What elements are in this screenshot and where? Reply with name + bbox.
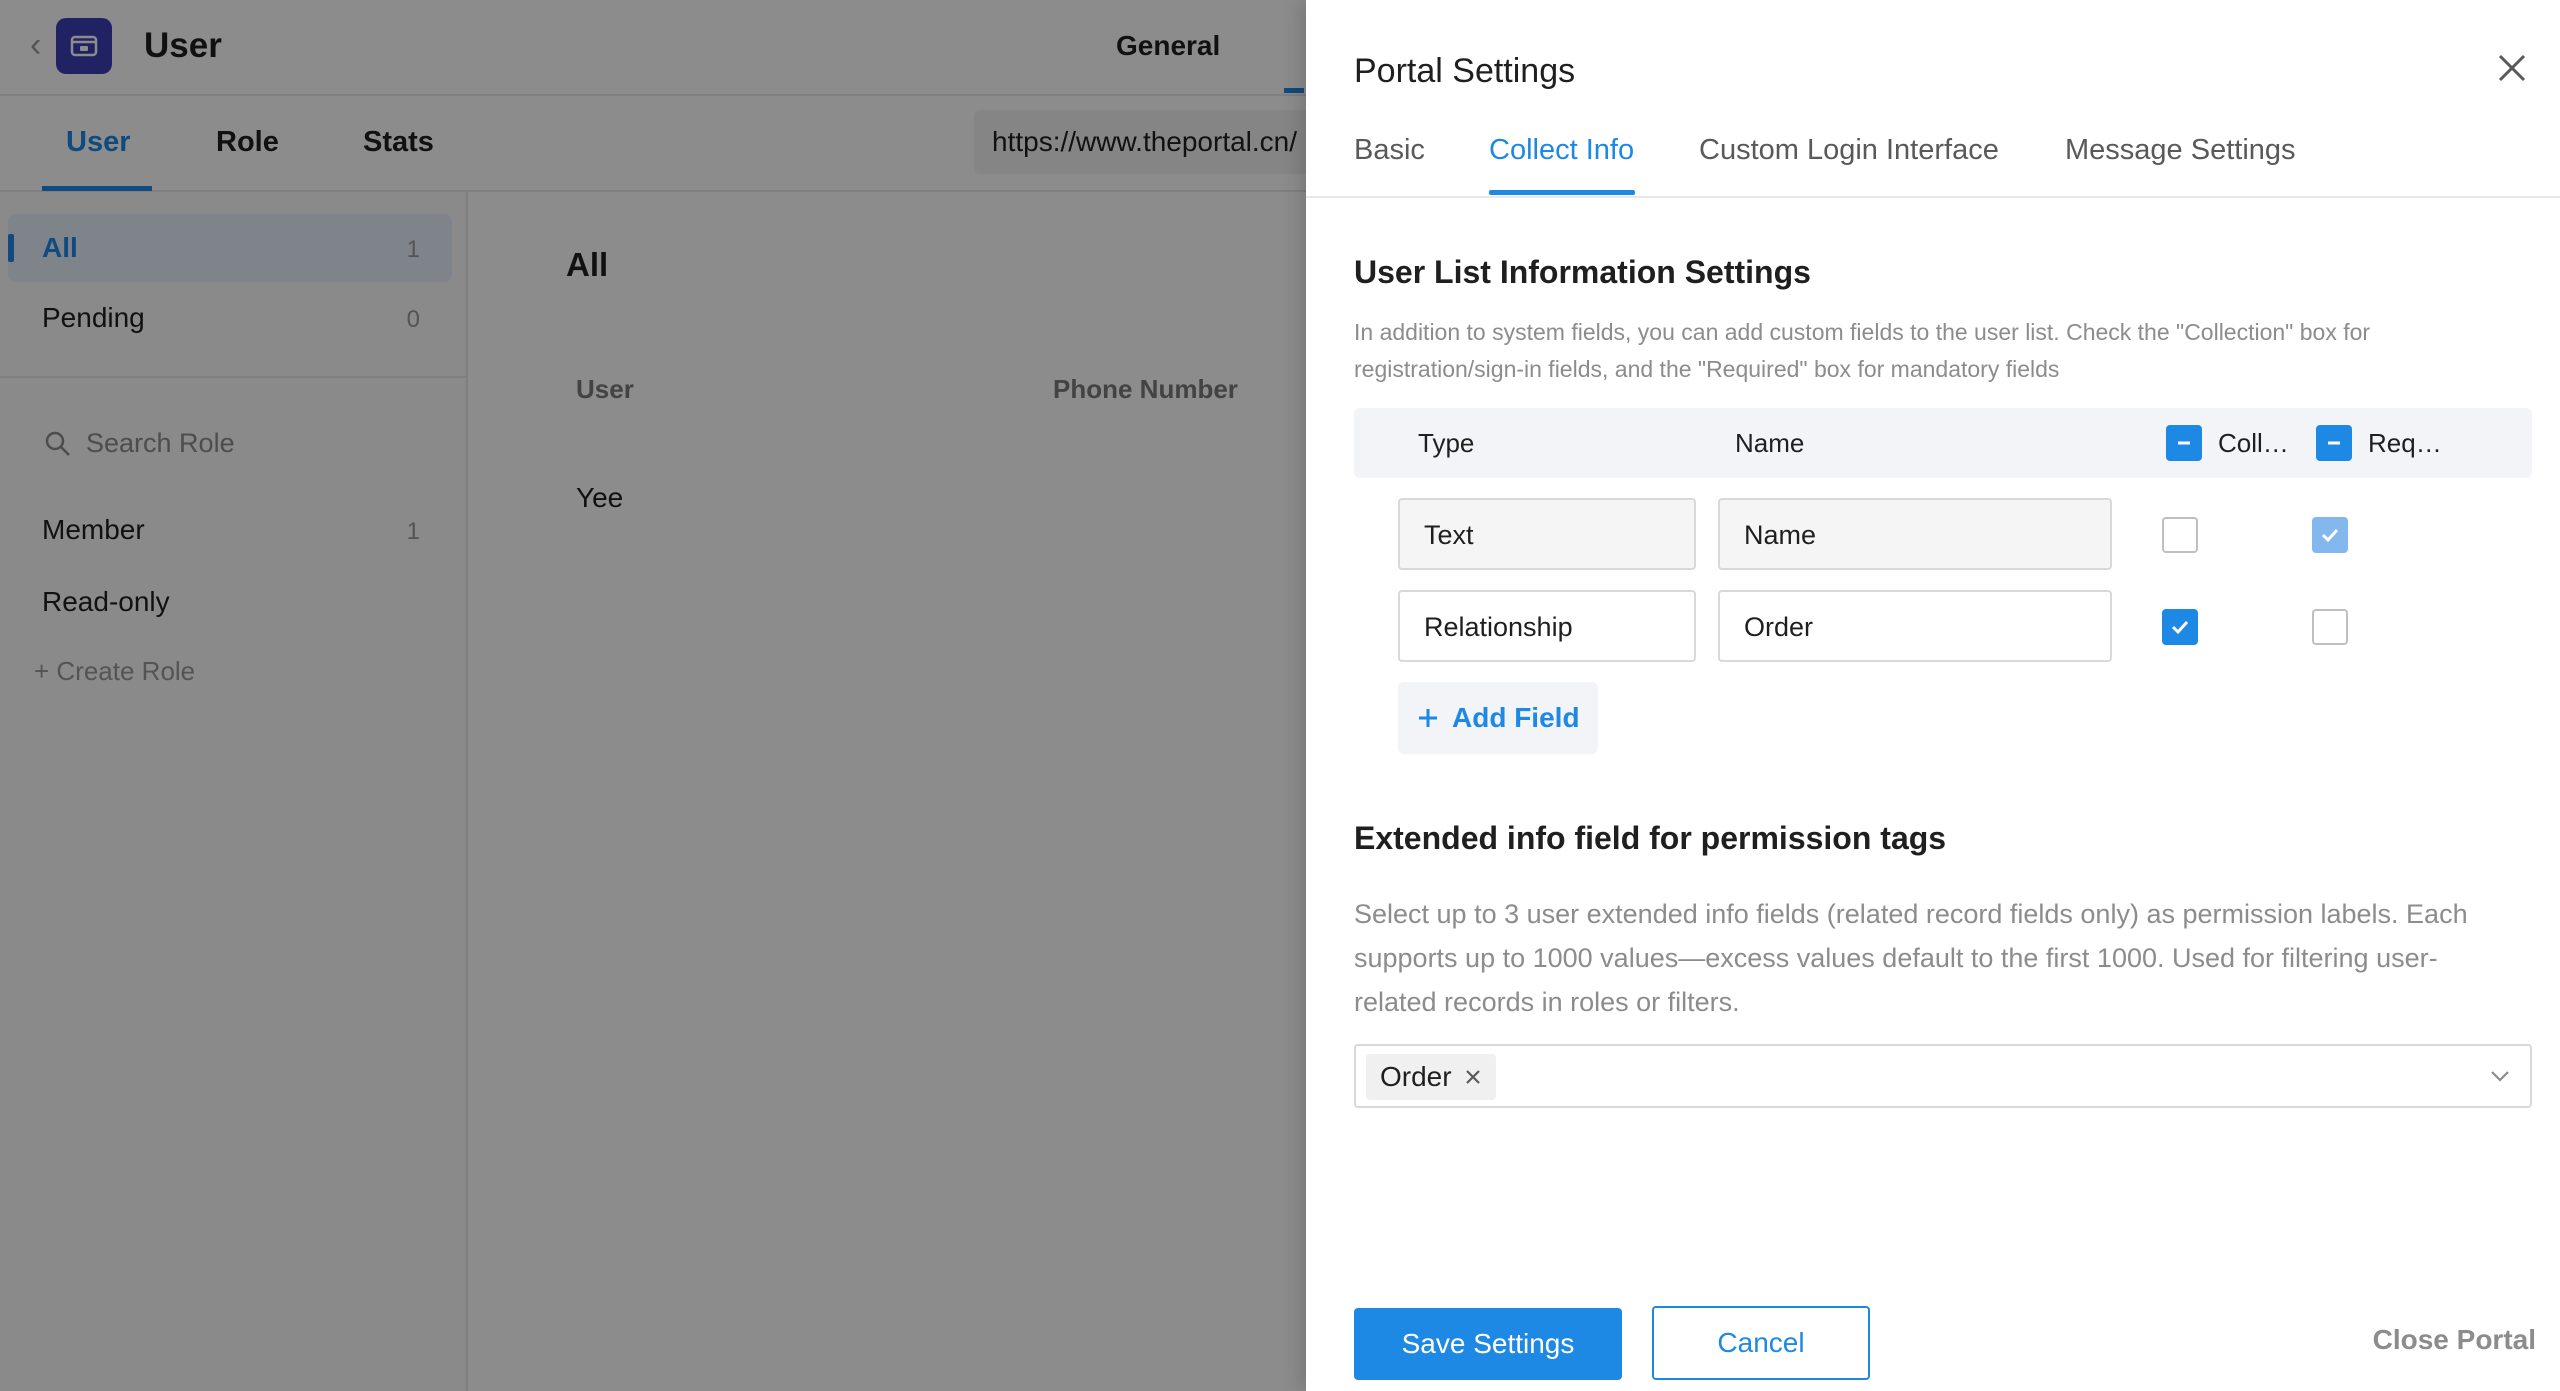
drawer-footer: Save Settings Cancel Close Portal xyxy=(1306,1300,2560,1391)
permission-tags-select[interactable]: Order xyxy=(1354,1044,2532,1108)
required-checkbox[interactable] xyxy=(2312,609,2348,645)
plus-icon xyxy=(1419,709,1437,727)
required-all-checkbox[interactable] xyxy=(2316,425,2352,461)
field-name-input: Name xyxy=(1718,498,2112,570)
chevron-down-icon xyxy=(2491,1071,2509,1082)
collect-checkbox[interactable] xyxy=(2162,609,2198,645)
tag-label: Order xyxy=(1380,1061,1452,1092)
check-icon xyxy=(2321,528,2339,543)
close-icon[interactable] xyxy=(2492,48,2532,88)
add-field-button[interactable]: Add Field xyxy=(1398,682,1598,754)
column-header-name: Name xyxy=(1735,428,1805,458)
tab-custom-login-interface[interactable]: Custom Login Interface xyxy=(1699,134,1999,167)
check-icon xyxy=(2171,620,2189,635)
add-field-label: Add Field xyxy=(1452,702,1580,733)
permission-tags-description: Select up to 3 user extended info fields… xyxy=(1354,899,2468,1017)
collect-all-checkbox[interactable] xyxy=(2166,425,2202,461)
fields-table-header: Type Name Coll… Req… xyxy=(1354,408,2532,478)
portal-settings-drawer: Portal Settings Basic Collect Info Custo… xyxy=(1306,0,2560,1391)
permission-tags-title: Extended info field for permission tags xyxy=(1354,820,1947,856)
column-header-type: Type xyxy=(1418,428,1475,458)
minus-icon xyxy=(2178,441,2190,445)
field-name-input[interactable]: Order xyxy=(1718,590,2112,662)
column-header-collect: Coll… xyxy=(2218,428,2289,458)
required-checkbox[interactable] xyxy=(2312,517,2348,553)
close-portal-button[interactable]: Close Portal xyxy=(2373,1324,2536,1356)
drawer-title: Portal Settings xyxy=(1354,52,1576,90)
field-type-input[interactable]: Relationship xyxy=(1398,590,1696,662)
tag-remove-icon[interactable] xyxy=(1464,1068,1482,1086)
save-settings-button[interactable]: Save Settings xyxy=(1354,1308,1622,1380)
tab-collect-info[interactable]: Collect Info xyxy=(1489,134,1634,167)
tab-basic[interactable]: Basic xyxy=(1354,134,1425,167)
cancel-button[interactable]: Cancel xyxy=(1652,1306,1870,1380)
field-type-input: Text xyxy=(1398,498,1696,570)
user-list-info-description: In addition to system fields, you can ad… xyxy=(1354,319,2371,382)
tab-message-settings[interactable]: Message Settings xyxy=(2065,134,2296,167)
modal-overlay[interactable] xyxy=(0,0,1306,1391)
column-header-required: Req… xyxy=(2368,428,2442,458)
user-list-info-title: User List Information Settings xyxy=(1354,254,1811,290)
minus-icon xyxy=(2328,441,2340,445)
selected-tag: Order xyxy=(1366,1054,1496,1100)
collect-checkbox[interactable] xyxy=(2162,517,2198,553)
drawer-tabs: Basic Collect Info Custom Login Interfac… xyxy=(1306,120,2560,198)
active-tab-underline xyxy=(1489,190,1635,195)
